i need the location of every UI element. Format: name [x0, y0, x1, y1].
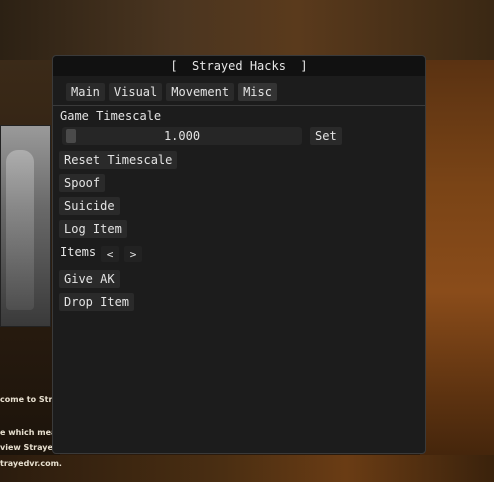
background-right-wall — [420, 60, 494, 482]
reset-timescale-button[interactable]: Reset Timescale — [59, 151, 178, 169]
tab-movement[interactable]: Movement — [166, 83, 235, 101]
suicide-button[interactable]: Suicide — [59, 197, 120, 215]
background-text-line: e which mea — [0, 428, 57, 437]
log-item-button[interactable]: Log Item — [59, 220, 127, 238]
background-text-line: trayedvr.com. — [0, 459, 62, 468]
window-title: [ Strayed Hacks ] — [170, 59, 308, 73]
background-ceiling — [0, 0, 494, 60]
background-text-line: view Straye — [0, 443, 53, 452]
tab-main[interactable]: Main — [66, 83, 105, 101]
timescale-slider[interactable]: 1.000 — [62, 127, 302, 145]
hack-menu-window: [ Strayed Hacks ] Main Visual Movement M… — [52, 55, 426, 454]
tab-bar: Main Visual Movement Misc — [66, 83, 277, 101]
chevron-right-icon: > — [129, 247, 137, 261]
chevron-left-icon: < — [106, 247, 114, 261]
background-figure — [6, 150, 34, 310]
give-item-button[interactable]: Give AK — [59, 270, 120, 288]
tab-misc[interactable]: Misc — [238, 83, 277, 101]
timescale-value: 1.000 — [163, 129, 201, 143]
tab-visual[interactable]: Visual — [108, 83, 163, 101]
items-label: Items — [60, 245, 97, 259]
drop-item-button[interactable]: Drop Item — [59, 293, 135, 311]
timescale-label: Game Timescale — [60, 109, 162, 123]
tab-separator — [53, 105, 425, 106]
previous-item-button[interactable]: < — [101, 246, 119, 262]
set-timescale-button[interactable]: Set — [310, 127, 342, 145]
window-titlebar[interactable]: [ Strayed Hacks ] — [53, 56, 425, 76]
next-item-button[interactable]: > — [124, 246, 142, 262]
spoof-button[interactable]: Spoof — [59, 174, 106, 192]
background-floor — [0, 455, 494, 482]
